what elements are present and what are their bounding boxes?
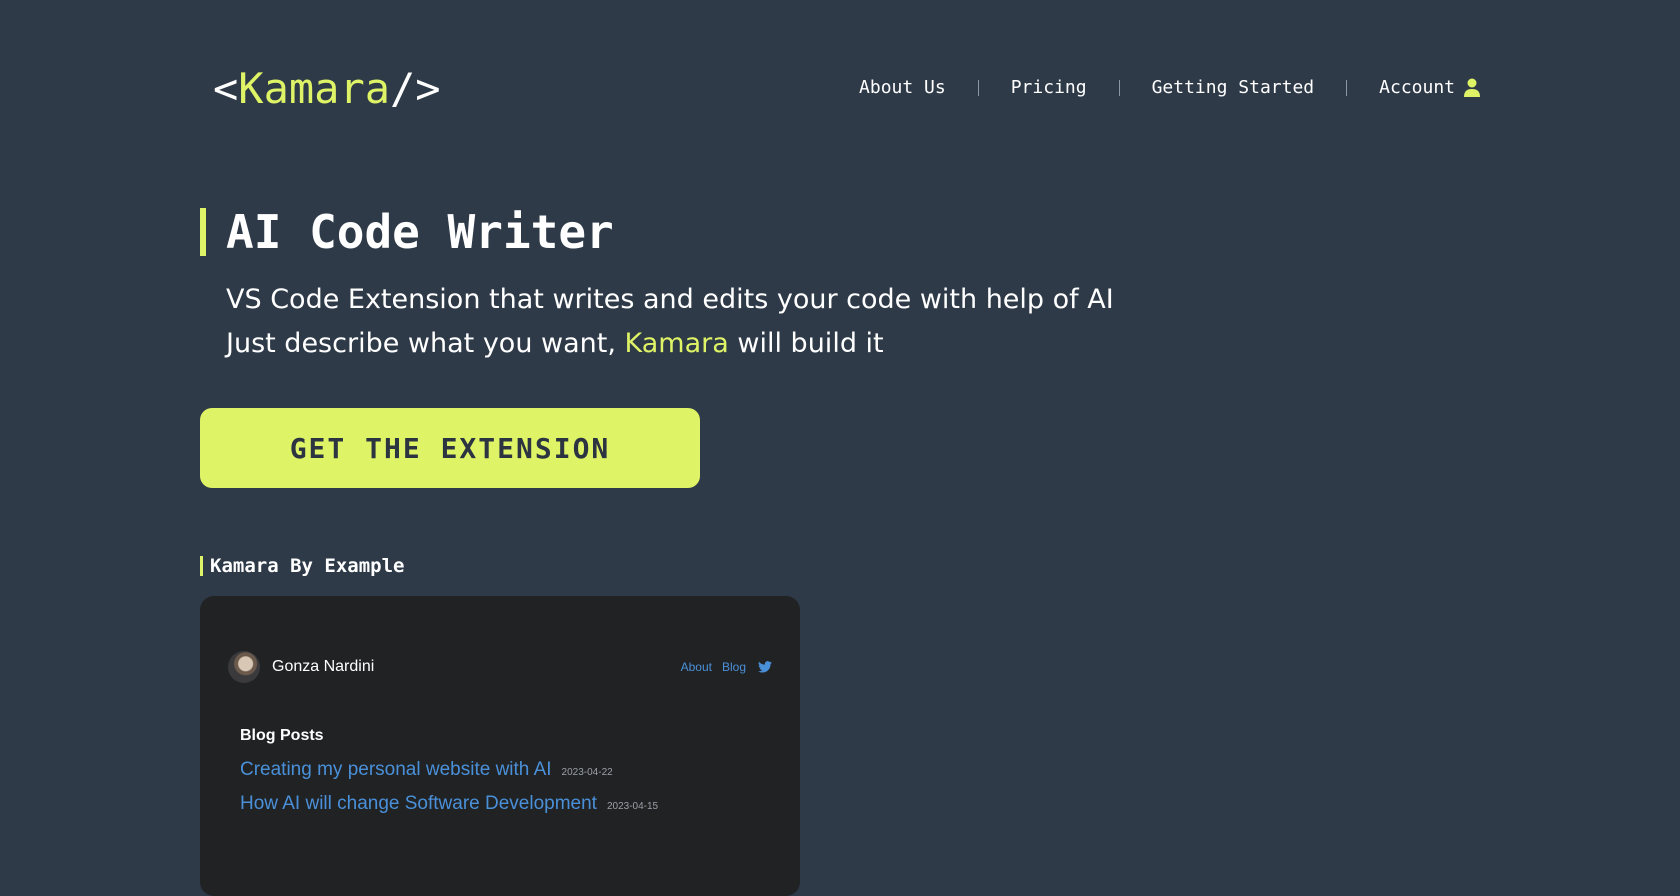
- nav-account-label: Account: [1379, 77, 1455, 98]
- example-nav-blog[interactable]: Blog: [722, 659, 746, 675]
- hero-line-2-before: Just describe what you want,: [226, 328, 616, 359]
- logo-open-bracket: <: [213, 64, 239, 113]
- blog-posts-title: Blog Posts: [240, 727, 324, 744]
- example-card: Gonza Nardini About Blog Blog Posts Crea…: [200, 596, 800, 896]
- nav-divider: [1346, 80, 1348, 96]
- hero-line-2: Just describe what you want, Kamara will…: [226, 322, 1114, 366]
- page-title: AI Code Writer: [200, 208, 614, 256]
- hero-line-2-after: will build it: [737, 328, 884, 359]
- logo[interactable]: <Kamara/>: [213, 64, 441, 114]
- blog-post-date: 2023-04-22: [561, 767, 613, 778]
- nav-getting-started[interactable]: Getting Started: [1152, 76, 1315, 100]
- example-card-nav: About Blog: [671, 659, 772, 675]
- logo-brand: Kamara: [238, 64, 391, 113]
- nav-pricing[interactable]: Pricing: [1011, 76, 1087, 100]
- nav-divider: [977, 80, 979, 96]
- logo-close-bracket: />: [390, 64, 441, 113]
- hero-brand-highlight: Kamara: [624, 328, 729, 359]
- avatar: [228, 651, 260, 683]
- example-card-header: Gonza Nardini About Blog: [228, 651, 772, 683]
- author-name: Gonza Nardini: [272, 658, 375, 675]
- nav-divider: [1118, 80, 1120, 96]
- section-title: Kamara By Example: [200, 556, 404, 576]
- blog-post-date: 2023-04-15: [606, 801, 659, 812]
- twitter-icon[interactable]: [758, 661, 772, 673]
- nav-account[interactable]: Account: [1379, 76, 1480, 100]
- get-extension-button[interactable]: GET THE EXTENSION: [200, 408, 700, 488]
- blog-post-item: Creating my personal website with AI 202…: [240, 758, 613, 782]
- nav-about-us[interactable]: About Us: [859, 76, 946, 100]
- blog-post-item: How AI will change Software Development …: [240, 792, 658, 816]
- blog-post-link[interactable]: Creating my personal website with AI: [240, 758, 552, 782]
- main-nav: About Us Pricing Getting Started Account: [859, 76, 1480, 100]
- user-icon: [1464, 78, 1480, 97]
- example-nav-about[interactable]: About: [681, 659, 712, 675]
- hero-subtitle: VS Code Extension that writes and edits …: [226, 278, 1114, 366]
- blog-post-link[interactable]: How AI will change Software Development: [240, 792, 597, 816]
- hero-line-1: VS Code Extension that writes and edits …: [226, 284, 1114, 315]
